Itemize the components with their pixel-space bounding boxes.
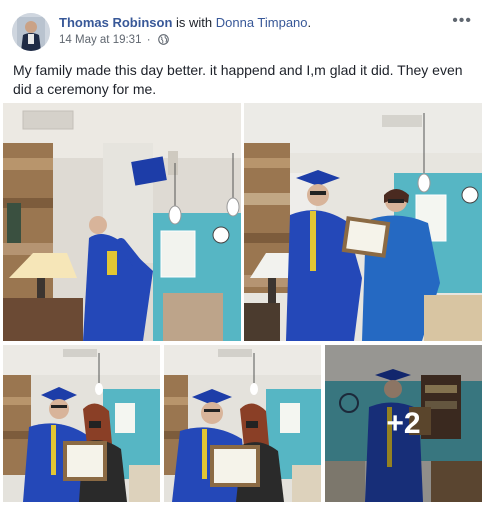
photo-diploma-handover[interactable] — [244, 103, 482, 341]
post-timestamp[interactable]: 14 May at 19:31 — [59, 34, 141, 46]
author-name-link[interactable]: Thomas Robinson — [59, 15, 172, 30]
photo-cap-toss[interactable] — [3, 103, 241, 341]
header-period: . — [307, 15, 312, 30]
post-meta: 14 May at 19:31 · — [59, 34, 169, 48]
post-text: My family made this day better. it happe… — [13, 62, 463, 97]
more-photos-overlay[interactable]: +2 — [325, 345, 482, 502]
more-photos-count: +2 — [386, 406, 421, 440]
globe-icon — [157, 34, 169, 48]
facebook-post: Thomas Robinson is with Donna Timpano. 1… — [0, 0, 485, 509]
with-text: is with — [172, 15, 216, 30]
author-avatar[interactable] — [12, 13, 50, 51]
photo-more-photos[interactable]: +2 — [325, 345, 482, 502]
tagged-person-link[interactable]: Donna Timpano — [216, 15, 308, 30]
more-options-icon[interactable]: ••• — [452, 12, 472, 30]
post-header: Thomas Robinson is with Donna Timpano. — [59, 15, 311, 30]
photo-posing-with-diploma[interactable] — [3, 345, 160, 502]
meta-separator: · — [146, 34, 151, 46]
photo-smiling-with-diploma[interactable] — [164, 345, 321, 502]
